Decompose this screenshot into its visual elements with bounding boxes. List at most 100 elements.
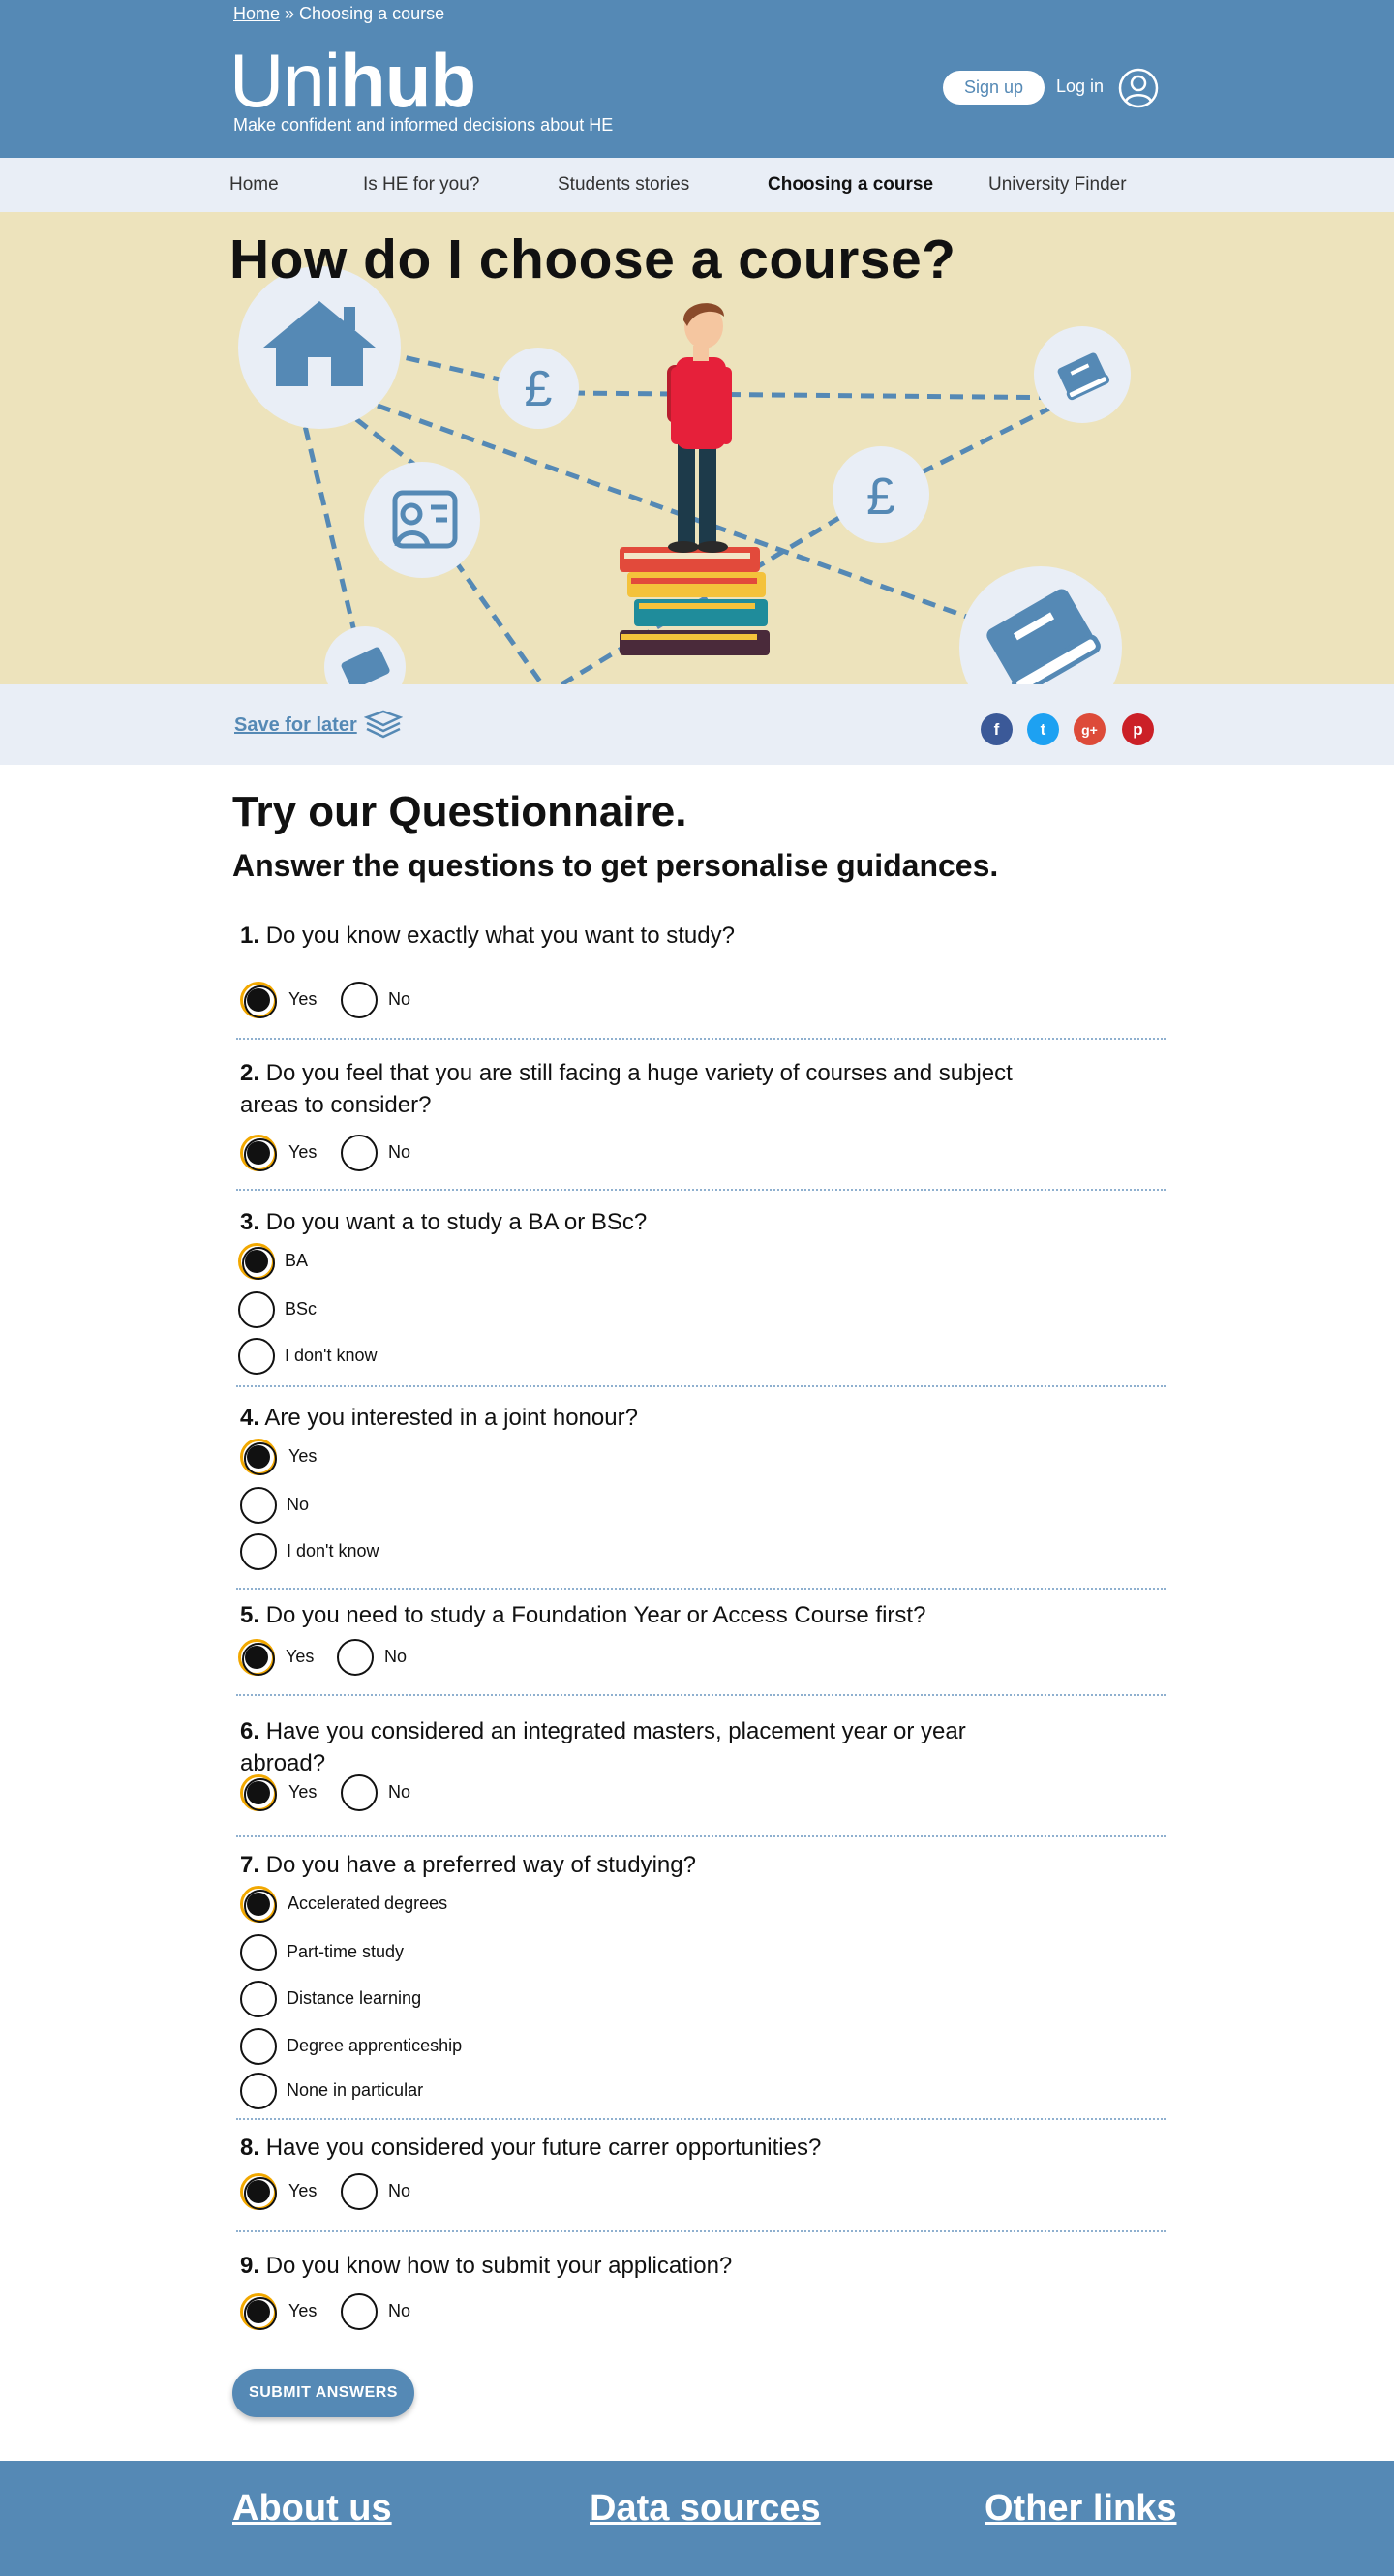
- q8-radio-yes[interactable]: [240, 2173, 277, 2210]
- question-number: 2.: [240, 1060, 260, 1086]
- q2-radio-yes[interactable]: [240, 1135, 277, 1171]
- pound-icon: £: [525, 361, 553, 417]
- divider: [236, 1038, 1166, 1040]
- q7-radio-none[interactable]: [240, 2073, 277, 2109]
- q4-label-dont-know: I don't know: [287, 1541, 379, 1561]
- question-5: 5. Do you need to study a Foundation Yea…: [240, 1599, 1053, 1631]
- books-stack-icon[interactable]: [364, 710, 403, 742]
- submit-answers-button[interactable]: SUBMIT ANSWERS: [232, 2369, 414, 2417]
- q9-radio-yes[interactable]: [240, 2293, 277, 2330]
- q8-radio-no[interactable]: [341, 2173, 378, 2210]
- divider: [236, 1189, 1166, 1191]
- main-nav: Home Is HE for you? Students stories Cho…: [0, 158, 1394, 212]
- q4-label-no: No: [287, 1495, 310, 1514]
- q5-radio-no[interactable]: [337, 1639, 374, 1676]
- q3-label-dont-know: I don't know: [285, 1346, 378, 1365]
- profile-node: [364, 462, 480, 578]
- q5-label-no: No: [384, 1647, 408, 1666]
- twitter-share-icon[interactable]: t: [1027, 713, 1059, 745]
- q4-radio-yes[interactable]: [240, 1439, 277, 1475]
- hero-banner: £ £ How do I choose a course?: [0, 212, 1394, 684]
- questionnaire-section: Try our Questionnaire. Answer the questi…: [0, 765, 1394, 2461]
- question-text: Do you feel that you are still facing a …: [240, 1060, 1013, 1118]
- q7-label-distance: Distance learning: [287, 1988, 422, 2008]
- q7-label-accelerated: Accelerated degrees: [288, 1894, 448, 1913]
- footer-data-sources-link[interactable]: Data sources: [590, 2488, 821, 2530]
- q7-radio-apprenticeship[interactable]: [240, 2028, 277, 2065]
- question-number: 7.: [240, 1852, 260, 1878]
- breadcrumb-home-link[interactable]: Home: [233, 4, 280, 23]
- question-text: Do you need to study a Foundation Year o…: [265, 1602, 926, 1628]
- question-text: Do you have a preferred way of studying?: [265, 1852, 696, 1878]
- q7-radio-part-time[interactable]: [240, 1934, 277, 1971]
- question-number: 4.: [240, 1405, 260, 1431]
- q8-label-yes: Yes: [288, 2181, 318, 2200]
- question-1: 1. Do you know exactly what you want to …: [240, 920, 1053, 952]
- q5-label-yes: Yes: [286, 1647, 315, 1666]
- q3-radio-dont-know[interactable]: [238, 1338, 275, 1375]
- user-account-icon[interactable]: [1118, 68, 1159, 108]
- q8-label-no: No: [388, 2181, 411, 2200]
- q9-radio-no[interactable]: [341, 2293, 378, 2330]
- googleplus-share-icon[interactable]: g+: [1074, 713, 1106, 745]
- footer-other-links-link[interactable]: Other links: [985, 2488, 1177, 2530]
- q7-radio-distance[interactable]: [240, 1981, 277, 2017]
- questionnaire-title: Try our Questionnaire.: [232, 788, 687, 835]
- nav-item-choosing-a-course[interactable]: Choosing a course: [768, 174, 933, 196]
- nav-item-is-he-for-you[interactable]: Is HE for you?: [363, 174, 479, 196]
- q3-radio-bsc[interactable]: [238, 1291, 275, 1328]
- log-in-link[interactable]: Log in: [1056, 76, 1104, 97]
- pound-icon-right: £: [866, 468, 895, 526]
- sign-up-button[interactable]: Sign up: [943, 71, 1045, 105]
- question-6: 6. Have you considered an integrated mas…: [240, 1715, 1015, 1779]
- question-text: Do you want a to study a BA or BSc?: [265, 1209, 648, 1235]
- q4-radio-no[interactable]: [240, 1487, 277, 1524]
- q5-radio-yes[interactable]: [238, 1639, 275, 1676]
- breadcrumb: Home » Choosing a course: [233, 4, 444, 24]
- q2-label-no: No: [388, 1142, 411, 1162]
- q6-radio-yes[interactable]: [240, 1774, 277, 1811]
- q1-label-no: No: [388, 989, 411, 1009]
- question-number: 9.: [240, 2253, 260, 2279]
- q3-radio-ba[interactable]: [238, 1243, 275, 1280]
- logo-light-text: Uni: [229, 38, 341, 123]
- breadcrumb-current: Choosing a course: [299, 4, 445, 23]
- nav-item-university-finder[interactable]: University Finder: [988, 174, 1127, 196]
- q1-radio-yes[interactable]: [240, 982, 277, 1018]
- site-logo[interactable]: Unihub: [229, 37, 476, 124]
- question-text: Are you interested in a joint honour?: [264, 1405, 638, 1431]
- q6-label-no: No: [388, 1782, 411, 1802]
- site-footer: About us Data sources Other links: [0, 2461, 1394, 2576]
- question-number: 5.: [240, 1602, 260, 1628]
- q7-label-part-time: Part-time study: [287, 1942, 405, 1961]
- question-text: Have you considered your future carrer o…: [265, 2135, 822, 2161]
- question-8: 8. Have you considered your future carre…: [240, 2132, 1053, 2164]
- question-number: 6.: [240, 1718, 260, 1744]
- question-2: 2. Do you feel that you are still facing…: [240, 1057, 1044, 1121]
- q6-label-yes: Yes: [288, 1782, 318, 1802]
- questionnaire-subtitle: Answer the questions to get personalise …: [232, 848, 999, 883]
- question-text: Do you know how to submit your applicati…: [265, 2253, 733, 2279]
- share-bar: Save for later f t g+ p: [0, 684, 1394, 765]
- q7-radio-accelerated[interactable]: [240, 1886, 277, 1923]
- breadcrumb-separator: »: [280, 4, 300, 23]
- facebook-share-icon[interactable]: f: [981, 713, 1013, 745]
- question-number: 8.: [240, 2135, 260, 2161]
- q1-radio-no[interactable]: [341, 982, 378, 1018]
- q4-radio-dont-know[interactable]: [240, 1533, 277, 1570]
- footer-about-us-link[interactable]: About us: [232, 2488, 392, 2530]
- save-for-later-link[interactable]: Save for later: [234, 714, 357, 737]
- q6-radio-no[interactable]: [341, 1774, 378, 1811]
- q9-label-yes: Yes: [288, 2301, 318, 2320]
- question-9: 9. Do you know how to submit your applic…: [240, 2250, 1053, 2282]
- pinterest-share-icon[interactable]: p: [1122, 713, 1154, 745]
- nav-item-students-stories[interactable]: Students stories: [558, 174, 689, 196]
- divider: [236, 1588, 1166, 1590]
- question-number: 3.: [240, 1209, 260, 1235]
- nav-item-home[interactable]: Home: [229, 174, 279, 196]
- divider: [236, 2118, 1166, 2120]
- logo-bold-text: hub: [340, 38, 476, 123]
- q4-label-yes: Yes: [288, 1446, 318, 1466]
- divider: [236, 1694, 1166, 1696]
- q2-radio-no[interactable]: [341, 1135, 378, 1171]
